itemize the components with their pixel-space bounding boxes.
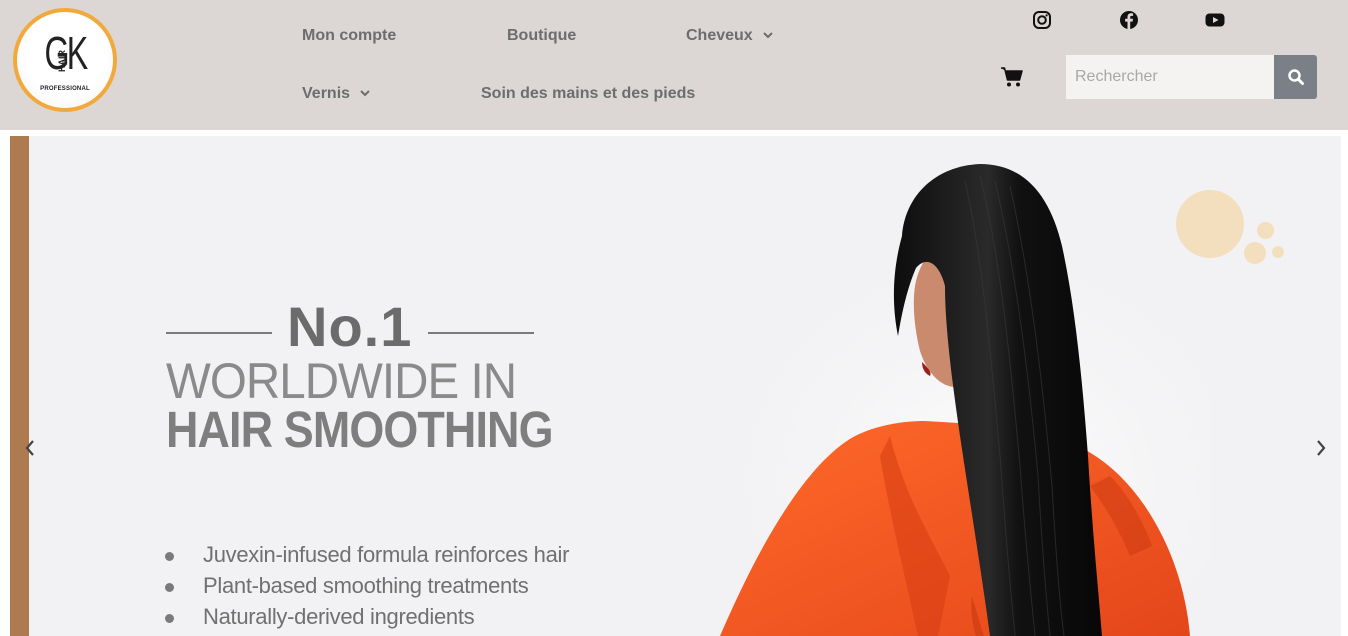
nav-item-boutique[interactable]: Boutique — [507, 27, 576, 45]
search-button[interactable] — [1274, 55, 1317, 99]
nav-label: Mon compte — [302, 27, 397, 44]
decorative-dot — [1272, 246, 1284, 258]
nav-item-cheveux[interactable]: Cheveux — [686, 27, 773, 45]
youtube-icon[interactable] — [1204, 9, 1226, 31]
hero-bullet-list: Juvexin-infused formula reinforces hair … — [162, 542, 569, 635]
list-item: Plant-based smoothing treatments — [162, 573, 569, 604]
decorative-dot — [1244, 242, 1266, 264]
search-input[interactable] — [1066, 55, 1275, 99]
chevron-down-icon — [763, 32, 773, 39]
hero-slider: No.1 WORLDWIDE IN HAIR SMOOTHING Juvexin… — [10, 136, 1341, 636]
cart-icon[interactable] — [1000, 66, 1024, 88]
facebook-icon[interactable] — [1118, 9, 1140, 31]
list-item: Naturally-derived ingredients — [162, 604, 569, 635]
instagram-icon[interactable] — [1031, 9, 1053, 31]
gk-hair-logo[interactable]: GK HAIR PROFESSIONAL — [13, 8, 117, 112]
headline-rule-left — [166, 332, 272, 334]
logo-text-hair: HAIR — [57, 50, 67, 72]
hero-headline-hair-smoothing: HAIR SMOOTHING — [166, 401, 553, 458]
headline-rule-right — [428, 332, 534, 334]
hero-model-image — [720, 164, 1210, 636]
nav-item-vernis[interactable]: Vernis — [302, 85, 371, 103]
nav-item-mon-compte[interactable]: Mon compte — [302, 27, 396, 45]
nav-label: Soin des mains et des pieds — [481, 85, 696, 102]
nav-item-soin-mains-pieds[interactable]: Soin des mains et des pieds — [481, 85, 695, 103]
chevron-right-icon[interactable] — [1314, 438, 1328, 458]
list-item: Juvexin-infused formula reinforces hair — [162, 542, 569, 573]
nav-label: Cheveux — [686, 27, 753, 44]
hero-side-strip — [10, 136, 29, 636]
chevron-left-icon[interactable] — [23, 438, 37, 458]
nav-label: Vernis — [302, 85, 351, 102]
chevron-down-icon — [360, 90, 371, 97]
search-icon — [1287, 69, 1304, 85]
decorative-dot — [1257, 222, 1274, 239]
site-header: GK HAIR PROFESSIONAL Mon compte Boutique… — [0, 0, 1348, 130]
nav-label: Boutique — [507, 27, 577, 44]
logo-text-professional: PROFESSIONAL — [40, 86, 90, 92]
hero-headline-no1: No.1 — [287, 295, 413, 358]
